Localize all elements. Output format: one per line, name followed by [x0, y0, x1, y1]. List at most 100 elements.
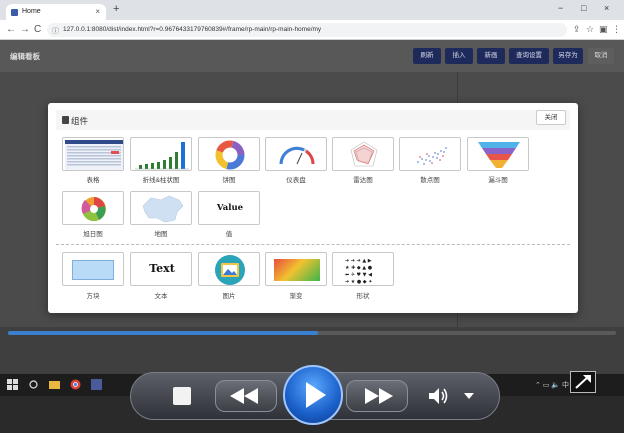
- star-icon[interactable]: ☆: [586, 24, 594, 35]
- maximize-button[interactable]: □: [581, 3, 586, 13]
- svg-text:➔ ★ ● ◆ ✦: ➔ ★ ● ◆ ✦: [345, 279, 372, 285]
- minimize-button[interactable]: −: [558, 3, 563, 13]
- system-tray-icons[interactable]: ⌃ ▭ 🔈 中: [535, 380, 569, 390]
- fast-forward-button[interactable]: [346, 380, 408, 412]
- funnel-thumbnail-icon: [478, 142, 520, 168]
- dialog-close-button[interactable]: 关闭: [536, 110, 566, 125]
- map-thumbnail-icon: [142, 195, 184, 223]
- gradient-component-card[interactable]: [265, 252, 327, 286]
- refresh-button[interactable]: 刷新: [413, 48, 441, 64]
- value-component-label: 值: [225, 231, 233, 238]
- gauge-component-label: 仪表盘: [286, 177, 306, 184]
- page-header: 编辑看板 刷新 插入 新画 查询设置 另存为 取消: [0, 40, 624, 72]
- sunburst-thumbnail-icon: [81, 197, 106, 222]
- close-window-button[interactable]: ×: [604, 3, 609, 13]
- rewind-icon: [230, 388, 258, 404]
- sidebar-icon[interactable]: ▣: [599, 24, 608, 35]
- shape-component-label: 形状: [356, 293, 370, 300]
- funnel-component-label: 漏斗图: [488, 177, 508, 184]
- menu-icon[interactable]: ⋮: [612, 24, 621, 35]
- text-card-text: Text: [149, 262, 175, 275]
- pie-component-card[interactable]: [198, 137, 260, 171]
- tab-title: Home: [22, 8, 41, 15]
- new-canvas-button[interactable]: 新画: [477, 48, 505, 64]
- section-divider: [56, 244, 570, 245]
- address-bar-row: ← → C ⓘ 127.0.0.1:8080/dist/index.html?r…: [0, 20, 624, 40]
- insert-button[interactable]: 插入: [445, 48, 473, 64]
- scatter-component-card[interactable]: [399, 137, 461, 171]
- play-icon: [306, 382, 326, 408]
- line-bar-component-card[interactable]: [130, 137, 192, 171]
- file-explorer-icon[interactable]: [49, 379, 60, 390]
- forward-button[interactable]: →: [20, 24, 30, 35]
- radar-component-card[interactable]: [332, 137, 394, 171]
- funnel-component-card[interactable]: [467, 137, 529, 171]
- seek-bar-progress: [8, 331, 319, 335]
- query-settings-button[interactable]: 查询设置: [509, 48, 549, 64]
- page-title: 编辑看板: [10, 52, 40, 61]
- image-component-label: 图片: [222, 293, 236, 300]
- search-icon[interactable]: [28, 379, 39, 390]
- table-component-card[interactable]: [62, 137, 124, 171]
- table-component-label: 表格: [86, 177, 100, 184]
- pie-component-label: 饼图: [222, 177, 236, 184]
- block-component-card[interactable]: [62, 252, 124, 286]
- text-component-card[interactable]: Text: [130, 252, 192, 286]
- chrome-icon[interactable]: [70, 379, 81, 390]
- media-player-controls: [130, 365, 500, 425]
- gradient-component-label: 渐变: [289, 293, 303, 300]
- windows-start-icon[interactable]: [7, 379, 18, 390]
- component-dialog: 组件 关闭 表格 折线&柱状图 饼图 仪表盘 雷达图 散点图 漏斗图 旭日图 地…: [48, 103, 578, 313]
- image-thumbnail-icon: [215, 255, 245, 285]
- scatter-thumbnail-icon: [417, 147, 447, 165]
- url-text: 127.0.0.1:8080/dist/index.html?r=0.96764…: [63, 26, 322, 33]
- save-as-button[interactable]: 另存为: [553, 48, 583, 64]
- dialog-header: 组件: [56, 110, 570, 130]
- block-component-label: 方块: [86, 293, 100, 300]
- svg-text:★ ✚ ◆ ▲ ●: ★ ✚ ◆ ▲ ●: [345, 265, 373, 271]
- map-component-label: 地图: [154, 231, 168, 238]
- volume-dropdown-icon[interactable]: [463, 392, 475, 400]
- url-field[interactable]: ⓘ 127.0.0.1:8080/dist/index.html?r=0.967…: [47, 23, 567, 37]
- scatter-component-label: 散点图: [420, 177, 440, 184]
- image-component-card[interactable]: [198, 252, 260, 286]
- pie-thumbnail-icon: [215, 140, 245, 170]
- close-tab-icon[interactable]: ×: [95, 7, 100, 16]
- radar-thumbnail-icon: [350, 141, 378, 167]
- gradient-thumbnail-icon: [274, 259, 320, 281]
- expand-icon[interactable]: [570, 371, 596, 393]
- line-bar-component-label: 折线&柱状图: [142, 177, 180, 184]
- stop-button[interactable]: [173, 387, 191, 405]
- table-thumbnail-icon: [65, 140, 123, 170]
- book-icon: [62, 116, 69, 124]
- gauge-component-card[interactable]: [265, 137, 327, 171]
- back-button[interactable]: ←: [6, 24, 16, 35]
- play-button[interactable]: [283, 365, 343, 425]
- dialog-title: 组件: [71, 116, 89, 126]
- map-component-card[interactable]: [130, 191, 192, 225]
- value-card-text: Value: [216, 203, 244, 213]
- fast-forward-icon: [365, 388, 393, 404]
- info-icon: ⓘ: [52, 28, 59, 35]
- share-icon[interactable]: ⇪: [573, 24, 581, 35]
- sunburst-component-card[interactable]: [62, 191, 124, 225]
- volume-icon[interactable]: [427, 385, 449, 407]
- shape-component-card[interactable]: ➔ ➔ ➔ ▲ ▶ ★ ✚ ◆ ▲ ● ⬅ ✈ ♥ ▼ ◀ ➔ ★ ● ◆ ✦: [332, 252, 394, 286]
- gauge-thumbnail-icon: [279, 146, 315, 165]
- favicon-icon: [11, 9, 18, 16]
- sunburst-component-label: 旭日图: [83, 231, 103, 238]
- value-component-card[interactable]: Value: [198, 191, 260, 225]
- new-tab-button[interactable]: +: [113, 3, 119, 15]
- svg-text:➔ ➔ ➔ ▲ ▶: ➔ ➔ ➔ ▲ ▶: [345, 258, 372, 264]
- line-bar-thumbnail-icon: [135, 142, 189, 170]
- rewind-button[interactable]: [215, 380, 277, 412]
- seek-bar[interactable]: [8, 331, 616, 335]
- reload-button[interactable]: C: [34, 24, 41, 35]
- svg-text:⬅ ✈ ♥ ▼ ◀: ⬅ ✈ ♥ ▼ ◀: [345, 272, 372, 278]
- cancel-button[interactable]: 取消: [588, 48, 614, 64]
- block-thumbnail-icon: [72, 260, 114, 280]
- app-icon[interactable]: [91, 379, 102, 390]
- browser-tab[interactable]: Home ×: [6, 4, 106, 20]
- arrow-expand-icon: [575, 375, 591, 389]
- text-component-label: 文本: [154, 293, 168, 300]
